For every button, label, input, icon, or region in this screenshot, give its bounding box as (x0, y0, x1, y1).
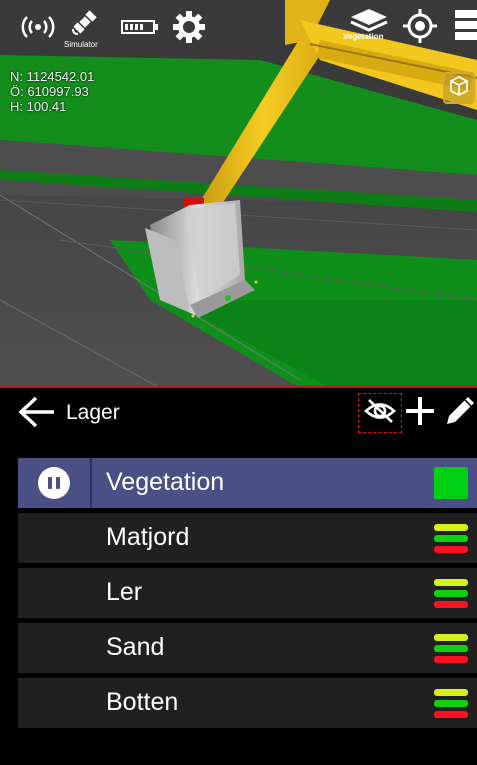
layer-row-sand[interactable]: Sand (18, 623, 477, 673)
height-coordinate: H: 100.41 (10, 99, 67, 114)
layer-name: Matjord (106, 523, 190, 551)
layer-panel-header: Lager (0, 388, 477, 440)
layer-name: Ler (106, 578, 143, 606)
pencil-icon (444, 395, 476, 432)
tolerance-level-icon[interactable] (434, 634, 468, 664)
wifi-signal-icon[interactable] (18, 10, 58, 44)
add-layer-button[interactable] (402, 393, 438, 433)
layer-row-matjord[interactable]: Matjord (18, 513, 477, 563)
menu-icon[interactable] (452, 8, 477, 42)
battery-icon (120, 18, 160, 36)
machine-3d-view[interactable]: Simulator Vegetation N: 1124542.01 Ö: 61… (0, 0, 477, 388)
tolerance-level-icon[interactable] (434, 579, 468, 609)
layer-row-botten[interactable]: Botten (18, 678, 477, 728)
satellite-icon[interactable] (68, 6, 102, 38)
arrow-left-icon (16, 395, 56, 434)
view-3d-button[interactable] (443, 72, 475, 104)
layer-color-swatch[interactable] (434, 467, 468, 499)
tolerance-level-icon[interactable] (434, 524, 468, 554)
panel-title: Lager (66, 401, 120, 424)
top-toolbar: Simulator Vegetation (0, 0, 477, 60)
north-coordinate: N: 1124542.01 (10, 69, 95, 84)
layers-icon[interactable] (348, 8, 390, 34)
layer-name: Botten (106, 688, 179, 716)
crosshair-icon[interactable] (402, 8, 438, 44)
row-separator (90, 458, 92, 508)
tolerance-level-icon[interactable] (434, 689, 468, 719)
back-button[interactable] (14, 394, 58, 434)
active-layer-label: Vegetation (343, 32, 384, 41)
pause-icon (38, 467, 70, 499)
layer-row-ler[interactable]: Ler (18, 568, 477, 618)
layer-name: Vegetation (106, 468, 225, 496)
east-coordinate: Ö: 610997.93 (10, 84, 89, 99)
cube-icon (448, 75, 470, 102)
gear-icon[interactable] (170, 8, 208, 46)
pause-button[interactable] (18, 458, 90, 508)
position-readout: N: 1124542.01 Ö: 610997.93 H: 100.41 (10, 69, 94, 114)
hide-layer-button[interactable] (358, 393, 402, 433)
layer-panel: Lager Vegetation Matjord Ler Sand Botten (0, 388, 477, 765)
layer-name: Sand (106, 633, 165, 661)
simulator-label: Simulator (64, 40, 98, 49)
plus-icon (405, 396, 435, 431)
eye-off-icon (363, 398, 397, 429)
edit-layer-button[interactable] (442, 393, 477, 433)
layer-row-vegetation[interactable]: Vegetation (18, 458, 477, 508)
